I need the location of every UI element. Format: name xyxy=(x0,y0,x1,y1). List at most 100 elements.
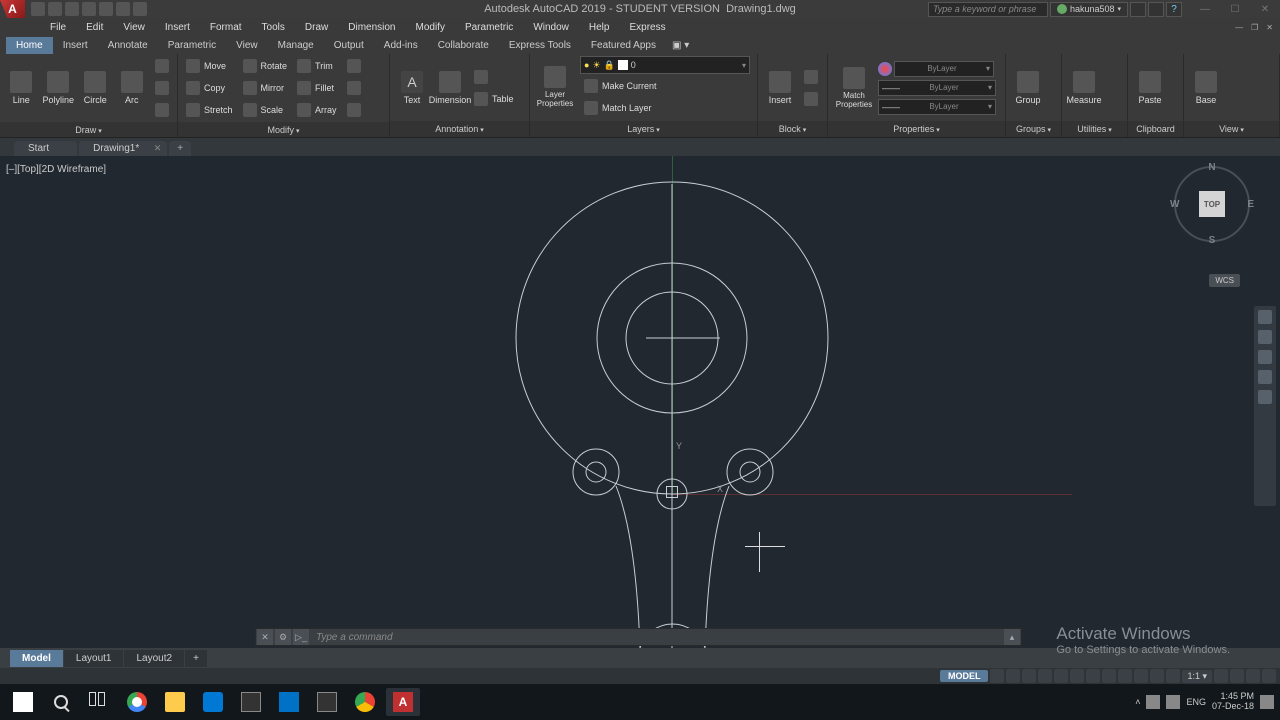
command-line[interactable]: ✕ ⚙ ▷_ Type a command ▴ xyxy=(255,628,1022,646)
make-current-button[interactable]: Make Current xyxy=(580,76,753,96)
start-button[interactable] xyxy=(6,688,40,716)
file-tab-start[interactable]: Start xyxy=(14,141,77,156)
match-properties-button[interactable]: Match Properties xyxy=(832,65,876,111)
status-osnap-icon[interactable] xyxy=(1070,669,1084,683)
calc-button[interactable] xyxy=(310,688,344,716)
menu-express[interactable]: Express xyxy=(619,20,675,35)
lineweight-select[interactable]: —— ByLayer▾ xyxy=(878,80,996,96)
status-lwt-icon[interactable] xyxy=(1118,669,1132,683)
status-ortho-icon[interactable] xyxy=(1022,669,1036,683)
command-input[interactable]: Type a command xyxy=(310,632,1003,643)
mirror-button[interactable]: Mirror xyxy=(239,78,292,98)
panel-groups-title[interactable]: Groups xyxy=(1016,124,1051,134)
nav-pan-icon[interactable] xyxy=(1258,330,1272,344)
close-button[interactable]: ✕ xyxy=(1250,0,1280,18)
tray-volume-icon[interactable] xyxy=(1166,695,1180,709)
status-workspace-icon[interactable] xyxy=(1230,669,1244,683)
menu-file[interactable]: File xyxy=(40,20,76,35)
status-polar-icon[interactable] xyxy=(1038,669,1052,683)
text-button[interactable]: AText xyxy=(394,69,430,107)
circle-button[interactable]: Circle xyxy=(78,69,112,107)
cmd-customize-icon[interactable]: ⚙ xyxy=(275,629,291,645)
modify-extra-1[interactable] xyxy=(343,56,365,76)
tab-insert[interactable]: Insert xyxy=(53,37,98,54)
layer-properties-button[interactable]: Layer Properties xyxy=(534,64,576,110)
panel-annotation-title[interactable]: Annotation xyxy=(435,124,484,134)
tab-express[interactable]: Express Tools xyxy=(499,37,581,54)
user-chip[interactable]: hakuna508 ▾ xyxy=(1050,2,1128,17)
status-annomon-icon[interactable] xyxy=(1166,669,1180,683)
match-layer-button[interactable]: Match Layer xyxy=(580,98,753,118)
menu-edit[interactable]: Edit xyxy=(76,20,113,35)
status-3dosnap-icon[interactable] xyxy=(1086,669,1100,683)
a360-icon[interactable] xyxy=(1148,2,1164,17)
autocad-taskbar-button[interactable]: A xyxy=(386,688,420,716)
status-isodraft-icon[interactable] xyxy=(1054,669,1068,683)
qat-plot-icon[interactable] xyxy=(99,2,113,16)
mail-button[interactable] xyxy=(272,688,306,716)
chrome-button[interactable] xyxy=(120,688,154,716)
viewport-label[interactable]: [–][Top][2D Wireframe] xyxy=(6,164,106,175)
ribbon-toggle-icon[interactable]: ▣ ▾ xyxy=(666,37,695,54)
panel-view-title[interactable]: View xyxy=(1219,124,1244,134)
qat-save-icon[interactable] xyxy=(65,2,79,16)
search-input[interactable]: Type a keyword or phrase xyxy=(928,2,1048,17)
explorer-button[interactable] xyxy=(158,688,192,716)
copy-button[interactable]: Copy xyxy=(182,78,237,98)
tab-parametric[interactable]: Parametric xyxy=(158,37,226,54)
compass-e[interactable]: E xyxy=(1247,199,1254,210)
menu-tools[interactable]: Tools xyxy=(252,20,295,35)
menu-parametric[interactable]: Parametric xyxy=(455,20,523,35)
status-snap-icon[interactable] xyxy=(1006,669,1020,683)
taskview-button[interactable] xyxy=(82,688,116,716)
qat-redo-icon[interactable] xyxy=(133,2,147,16)
qat-new-icon[interactable] xyxy=(31,2,45,16)
tab-view[interactable]: View xyxy=(226,37,268,54)
tab-manage[interactable]: Manage xyxy=(268,37,324,54)
new-tab-button[interactable]: + xyxy=(169,141,191,156)
layout-tab-2[interactable]: Layout2 xyxy=(124,650,184,667)
drawing-canvas[interactable]: [–][Top][2D Wireframe] Y X TOP N S E xyxy=(0,156,1280,648)
fillet-button[interactable]: Fillet xyxy=(293,78,341,98)
compass-n[interactable]: N xyxy=(1208,162,1215,173)
dimension-button[interactable]: Dimension xyxy=(432,69,468,107)
menu-dimension[interactable]: Dimension xyxy=(338,20,405,35)
qat-saveas-icon[interactable] xyxy=(82,2,96,16)
edge-button[interactable] xyxy=(196,688,230,716)
help-icon[interactable]: ? xyxy=(1166,2,1182,17)
panel-block-title[interactable]: Block xyxy=(779,124,807,134)
tray-network-icon[interactable] xyxy=(1146,695,1160,709)
stretch-button[interactable]: Stretch xyxy=(182,100,237,120)
insert-block-button[interactable]: Insert xyxy=(762,69,798,107)
doc-minimize[interactable]: — xyxy=(1232,23,1246,32)
status-scale[interactable]: 1:1 ▾ xyxy=(1182,670,1212,683)
modify-extra-3[interactable] xyxy=(343,100,365,120)
tab-annotate[interactable]: Annotate xyxy=(98,37,158,54)
color-control-icon[interactable] xyxy=(878,62,892,76)
polyline-button[interactable]: Polyline xyxy=(40,69,76,107)
paste-button[interactable]: Paste xyxy=(1132,69,1168,107)
measure-button[interactable]: Measure xyxy=(1066,69,1102,107)
draw-extra-1[interactable] xyxy=(151,56,173,76)
menu-help[interactable]: Help xyxy=(579,20,620,35)
trim-button[interactable]: Trim xyxy=(293,56,341,76)
menu-format[interactable]: Format xyxy=(200,20,252,35)
chrome2-button[interactable] xyxy=(348,688,382,716)
array-button[interactable]: Array xyxy=(293,100,341,120)
base-button[interactable]: Base xyxy=(1188,69,1224,107)
menu-window[interactable]: Window xyxy=(523,20,579,35)
search-button[interactable] xyxy=(44,688,78,716)
layout-tab-1[interactable]: Layout1 xyxy=(64,650,124,667)
block-edit[interactable] xyxy=(800,89,822,109)
viewcube[interactable]: TOP N S E W xyxy=(1172,164,1252,244)
rotate-button[interactable]: Rotate xyxy=(239,56,292,76)
tray-clock[interactable]: 1:45 PM07-Dec-18 xyxy=(1212,692,1254,712)
doc-restore[interactable]: ❐ xyxy=(1248,23,1261,32)
block-create[interactable] xyxy=(800,67,822,87)
line-button[interactable]: Line xyxy=(4,69,38,107)
panel-clipboard-title[interactable]: Clipboard xyxy=(1136,124,1175,134)
tab-featured[interactable]: Featured Apps xyxy=(581,37,666,54)
status-customize-icon[interactable] xyxy=(1262,669,1276,683)
tab-output[interactable]: Output xyxy=(324,37,374,54)
status-transparency-icon[interactable] xyxy=(1134,669,1148,683)
